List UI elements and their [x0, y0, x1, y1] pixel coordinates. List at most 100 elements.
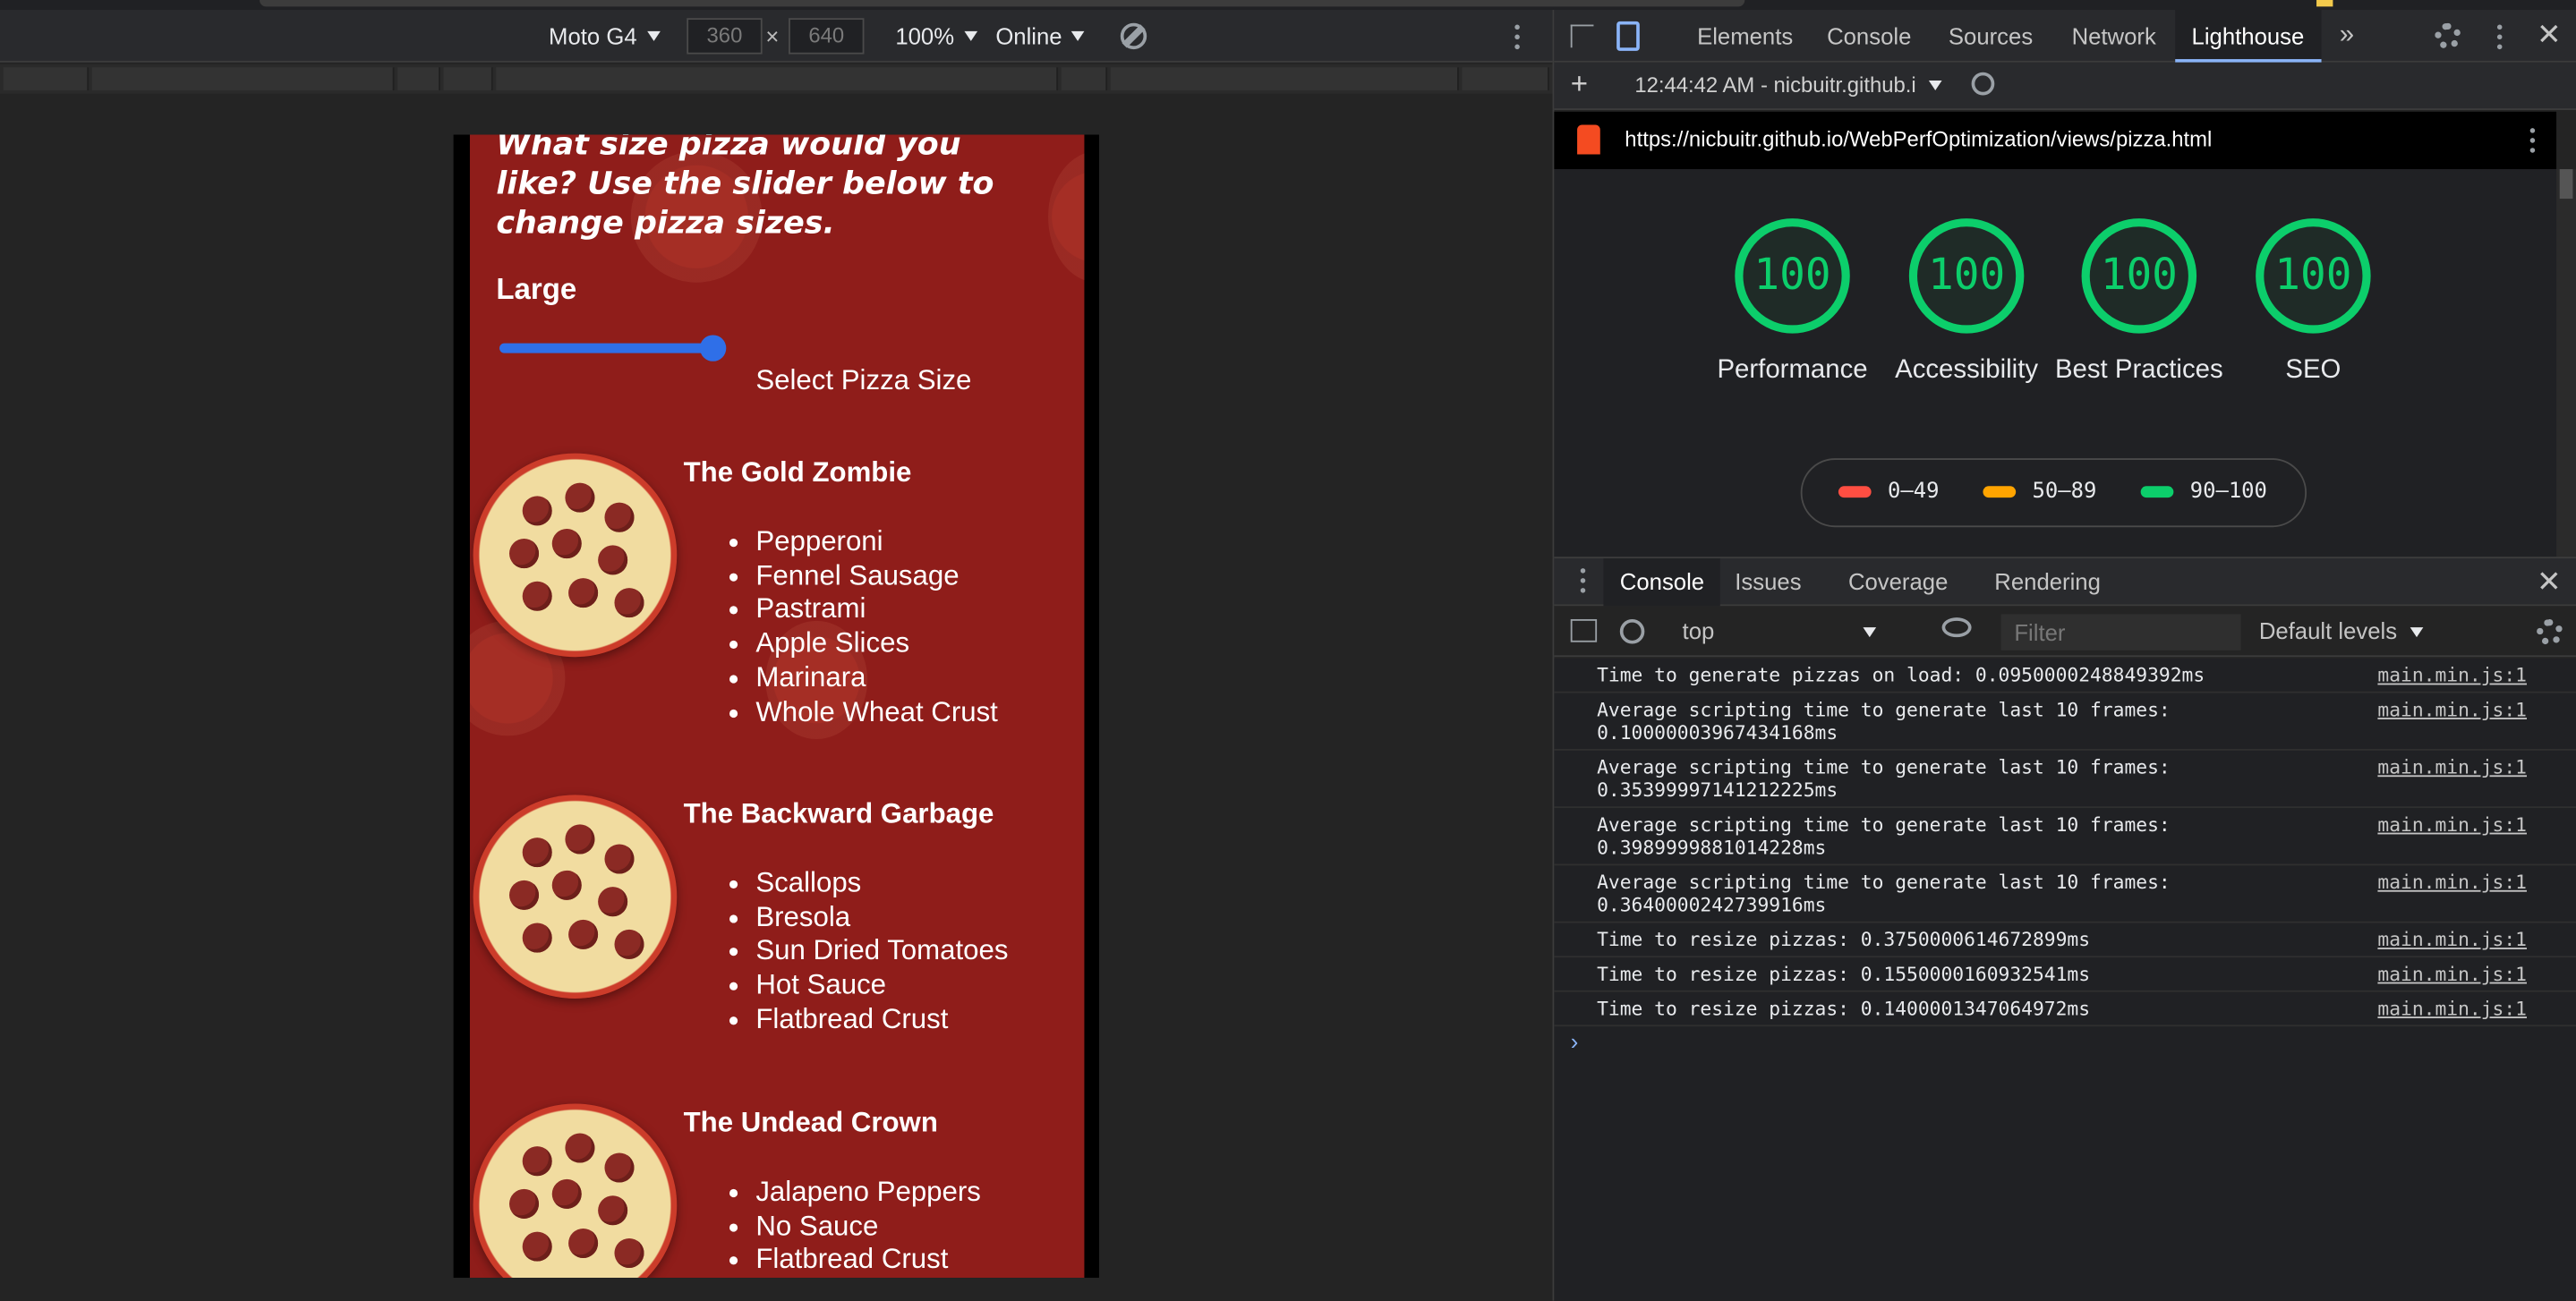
- context-select[interactable]: top: [1683, 616, 1877, 649]
- drawer-tab-console[interactable]: Console: [1603, 558, 1721, 607]
- fail-swatch: [1838, 486, 1872, 498]
- average-swatch: [1983, 486, 2017, 498]
- clear-reports-icon[interactable]: [1971, 72, 1995, 96]
- lighthouse-logo-icon: [1577, 124, 1600, 155]
- log-levels-select[interactable]: Default levels: [2259, 617, 2424, 644]
- lighthouse-report: 100 Performance 100 Accessibility 100 Be…: [1554, 169, 2557, 557]
- settings-gear-icon[interactable]: [2435, 22, 2461, 50]
- drawer-tab-rendering[interactable]: Rendering: [1994, 558, 2101, 606]
- ingredient: Marinara: [729, 661, 998, 695]
- device-toolbar: Moto G4 360 × 640 100% Online: [0, 10, 1553, 63]
- chevron-down-icon: [964, 30, 977, 41]
- source-link[interactable]: main.min.js:1: [2377, 871, 2527, 894]
- console-message-text: Time to generate pizzas on load: 0.09500…: [1597, 663, 2205, 687]
- console-prompt[interactable]: ›: [1571, 1028, 1579, 1054]
- close-icon[interactable]: ✕: [2537, 18, 2562, 53]
- score-gauge-accessibility[interactable]: 100: [1908, 218, 2025, 334]
- tab-elements[interactable]: Elements: [1697, 10, 1793, 63]
- pizza-size-slider[interactable]: [499, 343, 713, 353]
- source-link[interactable]: main.min.js:1: [2377, 997, 2527, 1020]
- new-report-icon[interactable]: +: [1571, 67, 1588, 102]
- score-gauge-seo[interactable]: 100: [2256, 218, 2371, 334]
- media-query-ruler: [0, 64, 1553, 94]
- inspect-element-icon[interactable]: [1570, 24, 1594, 48]
- notification-marker: [2316, 0, 2333, 7]
- console-message: Average scripting time to generate last …: [1554, 693, 2576, 751]
- lighthouse-toolbar: + 12:44:42 AM - nicbuitr.github.i: [1554, 62, 2576, 110]
- source-link[interactable]: main.min.js:1: [2377, 928, 2527, 951]
- console-message: Average scripting time to generate last …: [1554, 865, 2576, 923]
- console-message-text: Average scripting time to generate last …: [1597, 755, 2171, 802]
- console-message: Average scripting time to generate last …: [1554, 751, 2576, 809]
- device-toolbar-icon[interactable]: [1616, 21, 1640, 51]
- score-label: Accessibility: [1895, 356, 2039, 385]
- clear-console-icon[interactable]: [1619, 618, 1645, 644]
- ingredient-list: Scallops Bresola Sun Dried Tomatoes Hot …: [729, 867, 1008, 1037]
- chevron-down-icon[interactable]: [1928, 80, 1942, 90]
- devtools-menu-icon[interactable]: [2496, 24, 2503, 51]
- devtools-tabbar: Elements Console Sources Network Lightho…: [1554, 10, 2576, 63]
- console-settings-gear-icon[interactable]: [2537, 618, 2563, 646]
- ingredient: Sun Dried Tomatoes: [729, 935, 1008, 969]
- horizontal-scrollbar[interactable]: [260, 0, 1745, 7]
- live-expression-eye-icon[interactable]: [1941, 617, 1972, 638]
- score-gauge-best-practices[interactable]: 100: [2081, 218, 2197, 334]
- tab-network[interactable]: Network: [2072, 10, 2156, 63]
- score-label: Best Practices: [2054, 356, 2223, 385]
- report-selector[interactable]: 12:44:42 AM - nicbuitr.github.i: [1634, 72, 1915, 98]
- source-link[interactable]: main.min.js:1: [2377, 755, 2527, 778]
- audited-url[interactable]: https://nicbuitr.github.io/WebPerfOptimi…: [1625, 126, 2212, 151]
- close-drawer-icon[interactable]: ✕: [2537, 565, 2562, 599]
- throttling-select[interactable]: Online: [995, 23, 1086, 49]
- legend-range: 0–49: [1887, 479, 1940, 505]
- pizza-name: The Backward Garbage: [683, 798, 994, 829]
- console-message: Time to generate pizzas on load: 0.09500…: [1554, 659, 2576, 693]
- ingredient: Fennel Sausage: [729, 559, 998, 593]
- device-viewport: What size pizza would you like? Use the …: [453, 134, 1099, 1279]
- drawer-tab-issues[interactable]: Issues: [1735, 558, 1801, 606]
- tab-sources[interactable]: Sources: [1949, 10, 2033, 63]
- report-scrollbar[interactable]: [2556, 169, 2576, 557]
- more-tabs-icon[interactable]: »: [2340, 21, 2354, 51]
- pizza-name: The Gold Zombie: [683, 456, 912, 489]
- zoom-value: 100%: [895, 22, 955, 50]
- window-top-strip: [0, 0, 2576, 11]
- rotate-icon[interactable]: [1120, 22, 1147, 50]
- height-input[interactable]: 640: [789, 18, 865, 55]
- console-toolbar: top Filter Default levels: [1554, 606, 2576, 658]
- width-input[interactable]: 360: [687, 18, 763, 55]
- ingredient: No Sauce: [729, 1210, 981, 1244]
- sidebar-toggle-icon[interactable]: [1570, 618, 1598, 642]
- ingredient: Pastrami: [729, 593, 998, 627]
- zoom-select[interactable]: 100%: [895, 23, 977, 49]
- device-select[interactable]: Moto G4: [549, 23, 661, 49]
- drawer-tab-coverage[interactable]: Coverage: [1848, 558, 1948, 606]
- pizza-size-label: Large: [496, 272, 577, 306]
- source-link[interactable]: main.min.js:1: [2377, 664, 2527, 687]
- console-message-text: Average scripting time to generate last …: [1597, 698, 2171, 744]
- more-options-icon[interactable]: [1514, 24, 1521, 51]
- console-message: Time to resize pizzas: 0.375000061467289…: [1554, 923, 2576, 958]
- ingredient: Bresola: [729, 901, 1008, 935]
- chevron-down-icon: [646, 30, 661, 41]
- score-gauge-performance[interactable]: 100: [1735, 218, 1850, 334]
- source-link[interactable]: main.min.js:1: [2377, 698, 2527, 721]
- slider-thumb[interactable]: [699, 335, 727, 361]
- ingredient: Flatbread Crust: [729, 1244, 981, 1278]
- ingredient: Whole Wheat Crust: [729, 695, 998, 729]
- pizza-image: [473, 1103, 678, 1279]
- console-filter-input[interactable]: Filter: [2000, 614, 2241, 650]
- ingredient: Flatbread Crust: [729, 1003, 1008, 1037]
- tab-console[interactable]: Console: [1827, 10, 1911, 63]
- source-link[interactable]: main.min.js:1: [2377, 813, 2527, 837]
- legend-range: 50–89: [2032, 479, 2097, 505]
- tab-lighthouse[interactable]: Lighthouse: [2175, 10, 2321, 63]
- report-menu-icon[interactable]: [2529, 128, 2537, 154]
- pizza-image: [473, 453, 678, 658]
- ingredient: Hot Sauce: [729, 969, 1008, 1003]
- pass-swatch: [2140, 486, 2174, 498]
- source-link[interactable]: main.min.js:1: [2377, 963, 2527, 986]
- drawer-menu-icon[interactable]: [1580, 568, 1587, 594]
- chevron-down-icon: [1863, 627, 1877, 638]
- chevron-down-icon: [2410, 627, 2424, 638]
